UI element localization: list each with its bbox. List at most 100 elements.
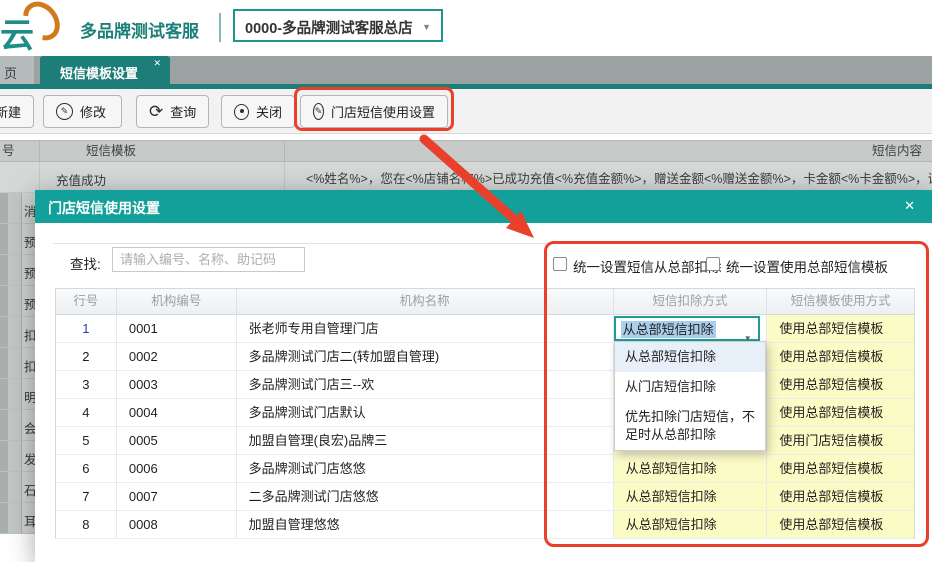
cell-org-code: 0007 (117, 483, 237, 510)
store-table-body: 10001张老师专用自管理门店从总部短信扣除▼使用总部短信模板20002多品牌测… (56, 315, 914, 539)
cell-org-name: 二多品牌测试门店悠悠 (237, 483, 614, 510)
checkbox-unified-use-hq-template[interactable] (706, 257, 720, 271)
cell-row-number: 3 (56, 371, 117, 398)
cell-sms-deduct-mode[interactable]: 从总部短信扣除 (614, 455, 768, 482)
cell-org-code: 0002 (117, 343, 237, 370)
store-table-col-header[interactable]: 机构编号 (117, 289, 237, 314)
cell-row-number: 8 (56, 511, 117, 538)
checkbox-unified-deduct-hq[interactable] (553, 257, 567, 271)
store-table-row[interactable]: 60006多品牌测试门店悠悠从总部短信扣除使用总部短信模板 (56, 455, 914, 483)
cell-org-name: 加盟自管理悠悠 (237, 511, 614, 538)
table-row[interactable]: 充值成功 <%姓名%>，您在<%店铺名称%>已成功充值<%充值金额%>，赠送金额… (0, 162, 932, 193)
cell-template-mode[interactable]: 使用门店短信模板 (767, 427, 914, 454)
deduct-dropdown-list: 从总部短信扣除从门店短信扣除优先扣除门店短信，不足时从总部扣除 (614, 341, 766, 451)
tab-close-icon[interactable]: ✕ (153, 58, 161, 69)
app-title: 多品牌测试客服 (80, 17, 199, 42)
toolbar-button-5[interactable]: ✎ 门店短信使用设置 (300, 95, 448, 128)
toolbar-button-label: 关闭 (256, 102, 282, 121)
search-input[interactable] (112, 247, 305, 272)
store-table-col-header[interactable]: 机构名称 (237, 289, 614, 314)
dialog-header[interactable]: 门店短信使用设置 ✕ (35, 190, 932, 223)
store-table: 行号机构编号机构名称短信扣除方式短信模板使用方式 10001张老师专用自管理门店… (55, 288, 915, 539)
edit-circle-icon: ✎ (56, 103, 73, 120)
cell-template-mode[interactable]: 使用总部短信模板 (767, 315, 914, 342)
toolbar-button-label: 查询 (170, 102, 196, 121)
checkbox-unified-deduct-hq-label: 统一设置短信从总部扣除 (573, 256, 722, 276)
cell-org-name: 张老师专用自管理门店 (237, 315, 614, 342)
store-table-row[interactable]: 70007二多品牌测试门店悠悠从总部短信扣除使用总部短信模板 (56, 483, 914, 511)
cell-template-mode[interactable]: 使用总部短信模板 (767, 399, 914, 426)
deduct-mode-combobox[interactable]: 从总部短信扣除 ▼ (614, 316, 760, 341)
cell-row-number: 5 (56, 427, 117, 454)
tab-strip: 页 短信模板设置 ✕ (0, 56, 932, 84)
toolbar-button-3[interactable]: ⟳ 查询 (136, 95, 209, 128)
dropdown-option[interactable]: 从总部短信扣除 (615, 342, 765, 372)
dropdown-option[interactable]: 优先扣除门店短信，不足时从总部扣除 (615, 402, 765, 450)
cell-template-mode[interactable]: 使用总部短信模板 (767, 455, 914, 482)
store-table-row[interactable]: 10001张老师专用自管理门店从总部短信扣除 ▼ 使用总部短信模板 (56, 315, 914, 343)
cell-org-code: 0001 (117, 315, 237, 342)
chevron-down-icon: ▼ (744, 325, 752, 342)
toolbar-button-4[interactable]: 关闭 (221, 95, 295, 128)
store-table-row[interactable]: 40004多品牌测试门店默认 使用总部短信模板 (56, 399, 914, 427)
dropdown-option[interactable]: 从门店短信扣除 (615, 372, 765, 402)
cell-org-code: 0005 (117, 427, 237, 454)
search-label: 查找: (70, 253, 101, 273)
dialog-close-icon[interactable]: ✕ (904, 198, 915, 214)
bg-col-rownum: 号 (0, 141, 40, 161)
cell-sms-deduct-mode[interactable]: 从总部短信扣除 (614, 511, 768, 538)
background-table-header: 号 短信模板 短信内容 (0, 140, 932, 162)
toolbar-button-label: 修改 (80, 102, 106, 121)
store-selector[interactable]: 0000-多品牌测试客服总店 ▼ (233, 9, 443, 42)
cell-sms-deduct-mode[interactable]: 从总部短信扣除 (614, 483, 768, 510)
cell-org-code: 0004 (117, 399, 237, 426)
cell-org-name: 多品牌测试门店悠悠 (237, 455, 614, 482)
tab-sms-template-settings[interactable]: 短信模板设置 ✕ (40, 56, 170, 84)
store-table-row[interactable]: 20002多品牌测试门店二(转加盟自管理) 使用总部短信模板 (56, 343, 914, 371)
store-table-col-header[interactable]: 短信模板使用方式 (767, 289, 914, 314)
title-divider (219, 13, 221, 42)
cell-template-mode[interactable]: 使用总部短信模板 (767, 483, 914, 510)
cell-row-number: 6 (56, 455, 117, 482)
combobox-selected-value: 从总部短信扣除 (621, 321, 716, 338)
divider (53, 243, 916, 244)
store-table-header: 行号机构编号机构名称短信扣除方式短信模板使用方式 (56, 289, 914, 315)
dialog-title: 门店短信使用设置 (48, 198, 160, 218)
cell-row-number: 2 (56, 343, 117, 370)
store-selector-value: 0000-多品牌测试客服总店 (245, 17, 413, 38)
tab-home-partial[interactable]: 页 (0, 56, 34, 84)
cell-row-number: 1 (56, 315, 117, 342)
store-table-col-header[interactable]: 短信扣除方式 (614, 289, 768, 314)
toolbar: ✎新建 ✎ 修改 ⟳ 查询 关闭 ✎ 门店短信使用设置 (0, 89, 932, 134)
store-table-col-header[interactable]: 行号 (56, 289, 117, 314)
refresh-icon: ⟳ (149, 103, 163, 120)
checkbox-unified-use-hq-template-label: 统一设置使用总部短信模板 (726, 256, 888, 276)
bg-col-content: 短信内容 (285, 141, 932, 161)
cell-row-number: 4 (56, 399, 117, 426)
bg-row-template: 充值成功 (40, 162, 285, 192)
store-table-row[interactable]: 80008加盟自管理悠悠从总部短信扣除使用总部短信模板 (56, 511, 914, 539)
cell-org-name: 多品牌测试门店二(转加盟自管理) (237, 343, 614, 370)
cell-template-mode[interactable]: 使用总部短信模板 (767, 511, 914, 538)
top-bar: 云 多品牌测试客服 0000-多品牌测试客服总店 ▼ (0, 0, 932, 56)
edit-circle-icon: ✎ (313, 103, 324, 120)
cell-org-name: 多品牌测试门店默认 (237, 399, 614, 426)
cell-org-code: 0008 (117, 511, 237, 538)
cell-row-number: 7 (56, 483, 117, 510)
toolbar-button-label: 门店短信使用设置 (331, 102, 435, 121)
cell-template-mode[interactable]: 使用总部短信模板 (767, 371, 914, 398)
store-table-row[interactable]: 30003多品牌测试门店三--欢 使用总部短信模板 (56, 371, 914, 399)
tab-label: 短信模板设置 (60, 63, 138, 82)
toolbar-button-1[interactable]: ✎新建 (0, 95, 34, 128)
cell-org-code: 0003 (117, 371, 237, 398)
cell-template-mode[interactable]: 使用总部短信模板 (767, 343, 914, 370)
cell-sms-deduct-mode[interactable]: 从总部短信扣除 ▼ (614, 315, 768, 342)
toolbar-button-label: 新建 (0, 102, 21, 121)
cell-org-code: 0006 (117, 455, 237, 482)
toolbar-button-2[interactable]: ✎ 修改 (43, 95, 122, 128)
store-sms-settings-dialog: 门店短信使用设置 ✕ 查找: 统一设置短信从总部扣除 统一设置使用总部短信模板 … (35, 190, 932, 562)
cell-org-name: 多品牌测试门店三--欢 (237, 371, 614, 398)
close-circle-icon (234, 104, 249, 120)
chevron-down-icon: ▼ (422, 22, 431, 32)
store-table-row[interactable]: 50005加盟自管理(良宏)品牌三优先扣除门店短信，...使用门店短信模板 (56, 427, 914, 455)
